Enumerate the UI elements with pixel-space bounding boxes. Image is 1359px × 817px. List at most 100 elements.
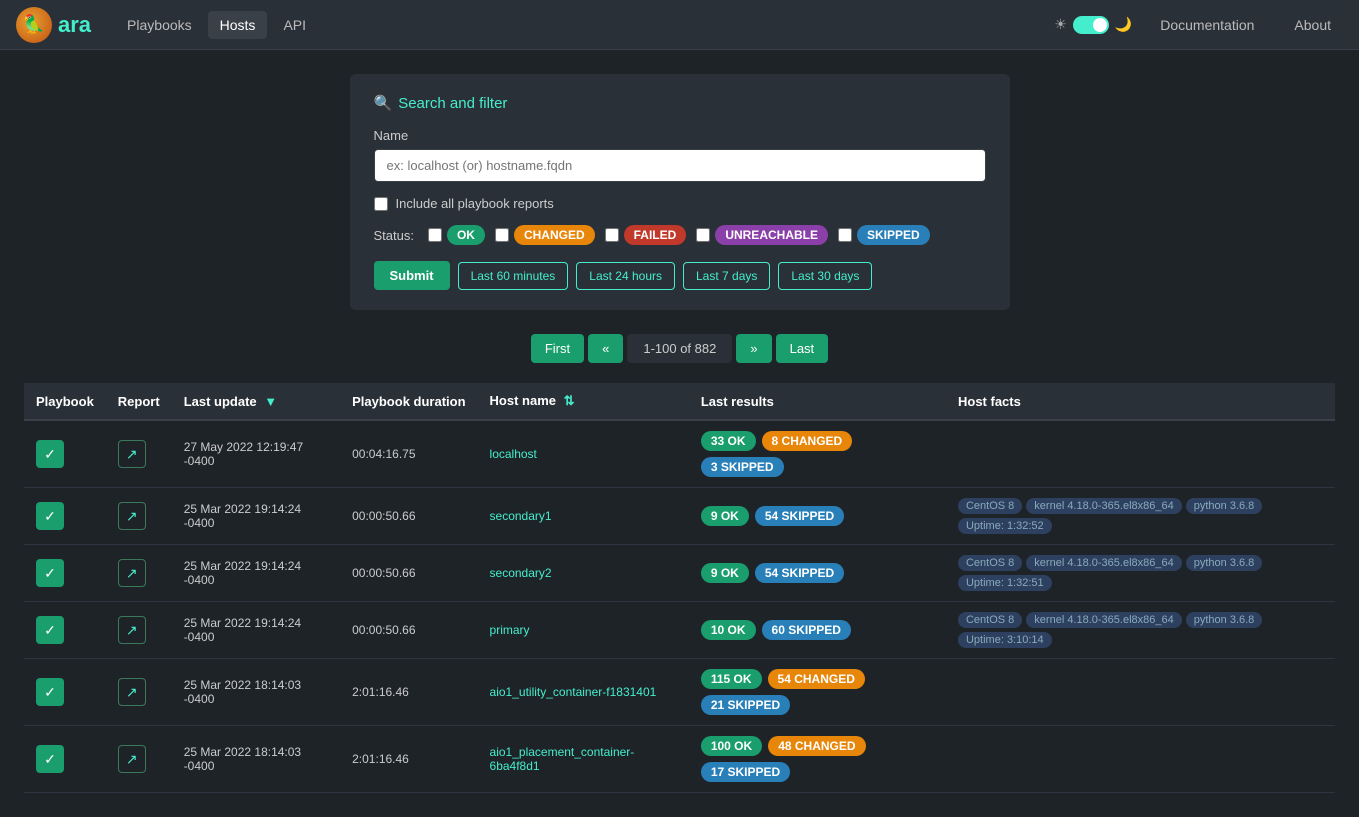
first-page-button[interactable]: First xyxy=(531,334,584,363)
nav-hosts[interactable]: Hosts xyxy=(208,11,268,39)
host-facts xyxy=(946,420,1335,488)
report-icon[interactable]: ↗ xyxy=(118,440,146,468)
logo[interactable]: 🦜 ara xyxy=(16,7,91,43)
result-badge: 48 CHANGED xyxy=(768,736,865,756)
last-page-button[interactable]: Last xyxy=(776,334,829,363)
last-update: 25 Mar 2022 19:14:24 -0400 xyxy=(172,602,340,659)
include-checkbox[interactable] xyxy=(374,197,388,211)
status-ok-badge: OK xyxy=(447,225,485,245)
fact-tag: python 3.6.8 xyxy=(1186,498,1263,514)
fact-tag: Uptime: 1:32:51 xyxy=(958,575,1052,591)
result-badge: 54 CHANGED xyxy=(768,669,865,689)
status-changed-checkbox[interactable] xyxy=(495,228,509,242)
fact-tag: CentOS 8 xyxy=(958,498,1022,514)
logo-icon: 🦜 xyxy=(16,7,52,43)
nav-right: ☀ 🌙 Documentation About xyxy=(1054,11,1343,39)
host-facts xyxy=(946,659,1335,726)
nav-api[interactable]: API xyxy=(271,11,318,39)
status-failed-checkbox[interactable] xyxy=(605,228,619,242)
last-results: 10 OK60 SKIPPED xyxy=(689,602,946,659)
theme-switch[interactable] xyxy=(1073,16,1109,34)
include-row: Include all playbook reports xyxy=(374,196,986,211)
last-results: 33 OK 8 CHANGED 3 SKIPPED xyxy=(689,420,946,488)
toggle-knob xyxy=(1093,18,1107,32)
playbook-status-icon[interactable]: ✓ xyxy=(36,616,64,644)
playbook-duration: 2:01:16.46 xyxy=(340,726,477,793)
sort-icon: ▼ xyxy=(264,394,277,409)
host-facts: CentOS 8kernel 4.18.0-365.el8x86_64pytho… xyxy=(946,545,1335,602)
host-name-link[interactable]: localhost xyxy=(490,447,537,461)
nav-documentation[interactable]: Documentation xyxy=(1148,11,1266,39)
status-failed: FAILED xyxy=(605,225,687,245)
submit-button[interactable]: Submit xyxy=(374,261,450,290)
host-facts: CentOS 8kernel 4.18.0-365.el8x86_64 pytho… xyxy=(946,488,1335,545)
playbook-status-icon[interactable]: ✓ xyxy=(36,559,64,587)
col-host-facts: Host facts xyxy=(946,383,1335,420)
fact-tag: kernel 4.18.0-365.el8x86_64 xyxy=(1026,498,1181,514)
playbook-status-icon[interactable]: ✓ xyxy=(36,440,64,468)
result-badge: 9 OK xyxy=(701,563,749,583)
sun-icon: ☀ xyxy=(1054,16,1067,33)
next-page-button[interactable]: » xyxy=(736,334,771,363)
pagination: First « 1-100 of 882 » Last xyxy=(24,334,1335,363)
hosts-table: Playbook Report Last update ▼ Playbook d… xyxy=(24,383,1335,793)
col-last-results: Last results xyxy=(689,383,946,420)
col-last-update[interactable]: Last update ▼ xyxy=(172,383,340,420)
time-24hr-button[interactable]: Last 24 hours xyxy=(576,262,675,290)
playbook-duration: 00:00:50.66 xyxy=(340,488,477,545)
name-label: Name xyxy=(374,128,986,143)
status-changed-badge: CHANGED xyxy=(514,225,595,245)
report-icon[interactable]: ↗ xyxy=(118,616,146,644)
result-badge: 8 CHANGED xyxy=(762,431,853,451)
host-name-link[interactable]: secondary2 xyxy=(490,566,552,580)
actions-row: Submit Last 60 minutes Last 24 hours Las… xyxy=(374,261,986,290)
search-panel: 🔍 Search and filter Name Include all pla… xyxy=(350,74,1010,310)
status-unreachable-badge: UNREACHABLE xyxy=(715,225,828,245)
playbook-status-icon[interactable]: ✓ xyxy=(36,678,64,706)
last-results: 9 OK54 SKIPPED xyxy=(689,488,946,545)
logo-text: ara xyxy=(58,12,91,38)
time-30day-button[interactable]: Last 30 days xyxy=(778,262,872,290)
fact-tag: Uptime: 1:32:52 xyxy=(958,518,1052,534)
status-skipped-checkbox[interactable] xyxy=(838,228,852,242)
status-ok-checkbox[interactable] xyxy=(428,228,442,242)
last-update: 25 Mar 2022 19:14:24 -0400 xyxy=(172,545,340,602)
last-update: 27 May 2022 12:19:47 -0400 xyxy=(172,420,340,488)
playbook-status-icon[interactable]: ✓ xyxy=(36,745,64,773)
prev-page-button[interactable]: « xyxy=(588,334,623,363)
nav-playbooks[interactable]: Playbooks xyxy=(115,11,204,39)
col-host-name[interactable]: Host name ⇅ xyxy=(478,383,689,420)
nav-about[interactable]: About xyxy=(1282,11,1343,39)
host-name-link[interactable]: aio1_placement_container-6ba4f8d1 xyxy=(490,745,635,773)
fact-tag: CentOS 8 xyxy=(958,612,1022,628)
report-icon[interactable]: ↗ xyxy=(118,502,146,530)
host-name-link[interactable]: secondary1 xyxy=(490,509,552,523)
result-badge: 115 OK xyxy=(701,669,762,689)
status-unreachable-checkbox[interactable] xyxy=(696,228,710,242)
report-icon[interactable]: ↗ xyxy=(118,678,146,706)
result-badge: 33 OK xyxy=(701,431,756,451)
result-badge: 54 SKIPPED xyxy=(755,506,844,526)
search-input[interactable] xyxy=(374,149,986,182)
host-name-link[interactable]: primary xyxy=(490,623,530,637)
main-content: 🔍 Search and filter Name Include all pla… xyxy=(0,50,1359,817)
time-7day-button[interactable]: Last 7 days xyxy=(683,262,770,290)
navbar: 🦜 ara Playbooks Hosts API ☀ 🌙 Documentat… xyxy=(0,0,1359,50)
result-badge: 3 SKIPPED xyxy=(701,457,784,477)
status-unreachable: UNREACHABLE xyxy=(696,225,828,245)
table-row: ✓↗25 Mar 2022 19:14:24 -040000:00:50.66s… xyxy=(24,488,1335,545)
result-badge: 10 OK xyxy=(701,620,756,640)
time-60min-button[interactable]: Last 60 minutes xyxy=(458,262,569,290)
report-icon[interactable]: ↗ xyxy=(118,745,146,773)
table-row: ✓↗25 Mar 2022 19:14:24 -040000:00:50.66s… xyxy=(24,545,1335,602)
fact-tag: Uptime: 3:10:14 xyxy=(958,632,1052,648)
host-name-link[interactable]: aio1_utility_container-f1831401 xyxy=(490,685,657,699)
table-row: ✓↗27 May 2022 12:19:47 -040000:04:16.75l… xyxy=(24,420,1335,488)
report-icon[interactable]: ↗ xyxy=(118,559,146,587)
moon-icon: 🌙 xyxy=(1115,16,1132,33)
host-facts xyxy=(946,726,1335,793)
last-results: 9 OK54 SKIPPED xyxy=(689,545,946,602)
playbook-status-icon[interactable]: ✓ xyxy=(36,502,64,530)
host-facts: CentOS 8kernel 4.18.0-365.el8x86_64pytho… xyxy=(946,602,1335,659)
col-playbook: Playbook xyxy=(24,383,106,420)
